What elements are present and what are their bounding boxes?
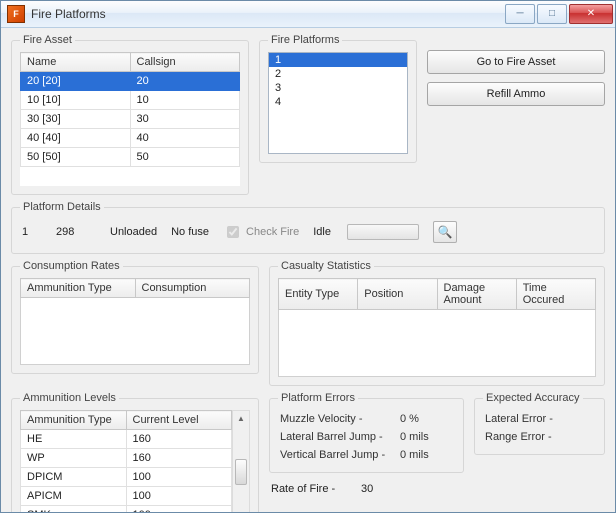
casualty-col-position[interactable]: Position bbox=[358, 279, 437, 310]
fire-asset-group: Fire Asset Name Callsign 20 [20]20 10 [1… bbox=[11, 34, 249, 195]
table-row-empty bbox=[21, 167, 240, 186]
list-item[interactable]: 3 bbox=[269, 81, 407, 95]
casualty-stats-group: Casualty Statistics Entity Type Position… bbox=[269, 260, 605, 386]
fire-platforms-list[interactable]: 1 2 3 4 bbox=[268, 52, 408, 154]
fire-asset-legend: Fire Asset bbox=[20, 34, 75, 46]
casualty-col-damage[interactable]: Damage Amount bbox=[437, 279, 516, 310]
zoom-button[interactable]: 🔍 bbox=[433, 221, 457, 243]
check-fire-label: Check Fire bbox=[246, 226, 299, 238]
maximize-icon: □ bbox=[549, 9, 555, 19]
range-error-value bbox=[575, 431, 594, 443]
platform-detail-unloaded: Unloaded bbox=[110, 226, 157, 238]
table-row[interactable]: WP160 bbox=[21, 449, 232, 468]
table-row[interactable]: 10 [10]10 bbox=[21, 91, 240, 110]
table-row[interactable]: APICM100 bbox=[21, 487, 232, 506]
window-buttons: ─ □ ✕ bbox=[505, 4, 613, 24]
list-item[interactable]: 1 bbox=[269, 53, 407, 67]
table-row[interactable]: HE160 bbox=[21, 430, 232, 449]
scroll-thumb[interactable] bbox=[235, 459, 247, 485]
ammunition-levels-legend: Ammunition Levels bbox=[20, 392, 119, 404]
table-row[interactable]: SMK100 bbox=[21, 506, 232, 513]
table-row[interactable]: 50 [50]50 bbox=[21, 148, 240, 167]
platform-errors-group: Platform Errors Muzzle Velocity -0 % Lat… bbox=[269, 392, 464, 473]
lateral-error-value bbox=[575, 413, 594, 425]
app-icon: F bbox=[7, 5, 25, 23]
platform-details-legend: Platform Details bbox=[20, 201, 104, 213]
refill-ammo-button[interactable]: Refill Ammo bbox=[427, 82, 605, 106]
window: F Fire Platforms ─ □ ✕ Fire Asset Name C… bbox=[0, 0, 616, 513]
platform-errors-legend: Platform Errors bbox=[278, 392, 358, 404]
table-row[interactable]: 20 [20]20 bbox=[21, 72, 240, 91]
progress-bar bbox=[347, 224, 419, 240]
expected-accuracy-legend: Expected Accuracy bbox=[483, 392, 583, 404]
consumption-rates-legend: Consumption Rates bbox=[20, 260, 123, 272]
consumption-rates-table[interactable]: Ammunition Type Consumption bbox=[20, 278, 250, 298]
lateral-barrel-value: 0 mils bbox=[400, 431, 453, 443]
vertical-barrel-label: Vertical Barrel Jump - bbox=[280, 449, 400, 461]
minimize-icon: ─ bbox=[516, 9, 523, 19]
check-fire-input[interactable] bbox=[227, 226, 239, 238]
maximize-button[interactable]: □ bbox=[537, 4, 567, 24]
fire-asset-col-name[interactable]: Name bbox=[21, 53, 131, 72]
platform-details-group: Platform Details 1 298 Unloaded No fuse … bbox=[11, 201, 605, 254]
platform-detail-id: 1 bbox=[22, 226, 42, 238]
go-to-fire-asset-button[interactable]: Go to Fire Asset bbox=[427, 50, 605, 74]
consumption-rates-empty bbox=[20, 298, 250, 365]
close-button[interactable]: ✕ bbox=[569, 4, 613, 24]
window-title: Fire Platforms bbox=[31, 7, 505, 21]
titlebar: F Fire Platforms ─ □ ✕ bbox=[1, 1, 615, 28]
ammo-scrollbar[interactable]: ▲ ▼ bbox=[232, 410, 250, 512]
check-fire-checkbox[interactable]: Check Fire bbox=[223, 223, 299, 241]
rate-of-fire-value: 30 bbox=[361, 483, 373, 495]
table-row[interactable]: 30 [30]30 bbox=[21, 110, 240, 129]
fire-asset-col-callsign[interactable]: Callsign bbox=[130, 53, 240, 72]
casualty-stats-empty bbox=[278, 310, 596, 377]
window-body: Fire Asset Name Callsign 20 [20]20 10 [1… bbox=[1, 28, 615, 512]
scroll-up-icon[interactable]: ▲ bbox=[233, 411, 249, 425]
consumption-rates-group: Consumption Rates Ammunition Type Consum… bbox=[11, 260, 259, 374]
list-item[interactable]: 4 bbox=[269, 95, 407, 109]
ammunition-levels-table[interactable]: Ammunition Type Current Level HE160 WP16… bbox=[20, 410, 232, 512]
casualty-stats-legend: Casualty Statistics bbox=[278, 260, 374, 272]
fire-platforms-legend: Fire Platforms bbox=[268, 34, 342, 46]
ammo-col-level[interactable]: Current Level bbox=[126, 411, 232, 430]
consumption-col-value[interactable]: Consumption bbox=[135, 279, 250, 298]
lateral-error-label: Lateral Error - bbox=[485, 413, 575, 425]
list-item[interactable]: 2 bbox=[269, 67, 407, 81]
rate-of-fire-label: Rate of Fire - bbox=[271, 483, 361, 495]
lateral-barrel-label: Lateral Barrel Jump - bbox=[280, 431, 400, 443]
casualty-stats-table[interactable]: Entity Type Position Damage Amount Time … bbox=[278, 278, 596, 310]
casualty-col-time[interactable]: Time Occured bbox=[516, 279, 595, 310]
platform-detail-fuse: No fuse bbox=[171, 226, 209, 238]
table-row[interactable]: DPICM100 bbox=[21, 468, 232, 487]
vertical-barrel-value: 0 mils bbox=[400, 449, 453, 461]
close-icon: ✕ bbox=[587, 9, 595, 19]
ammo-col-type[interactable]: Ammunition Type bbox=[21, 411, 127, 430]
platform-detail-status: Idle bbox=[313, 226, 333, 238]
zoom-icon: 🔍 bbox=[438, 225, 453, 239]
muzzle-velocity-label: Muzzle Velocity - bbox=[280, 413, 400, 425]
expected-accuracy-group: Expected Accuracy Lateral Error - Range … bbox=[474, 392, 605, 455]
minimize-button[interactable]: ─ bbox=[505, 4, 535, 24]
range-error-label: Range Error - bbox=[485, 431, 575, 443]
platform-detail-value: 298 bbox=[56, 226, 96, 238]
muzzle-velocity-value: 0 % bbox=[400, 413, 453, 425]
table-row[interactable]: 40 [40]40 bbox=[21, 129, 240, 148]
ammunition-levels-group: Ammunition Levels Ammunition Type Curren… bbox=[11, 392, 259, 512]
fire-platforms-group: Fire Platforms 1 2 3 4 bbox=[259, 34, 417, 163]
casualty-col-entity[interactable]: Entity Type bbox=[279, 279, 358, 310]
fire-asset-table[interactable]: Name Callsign 20 [20]20 10 [10]10 30 [30… bbox=[20, 52, 240, 186]
consumption-col-type[interactable]: Ammunition Type bbox=[21, 279, 136, 298]
